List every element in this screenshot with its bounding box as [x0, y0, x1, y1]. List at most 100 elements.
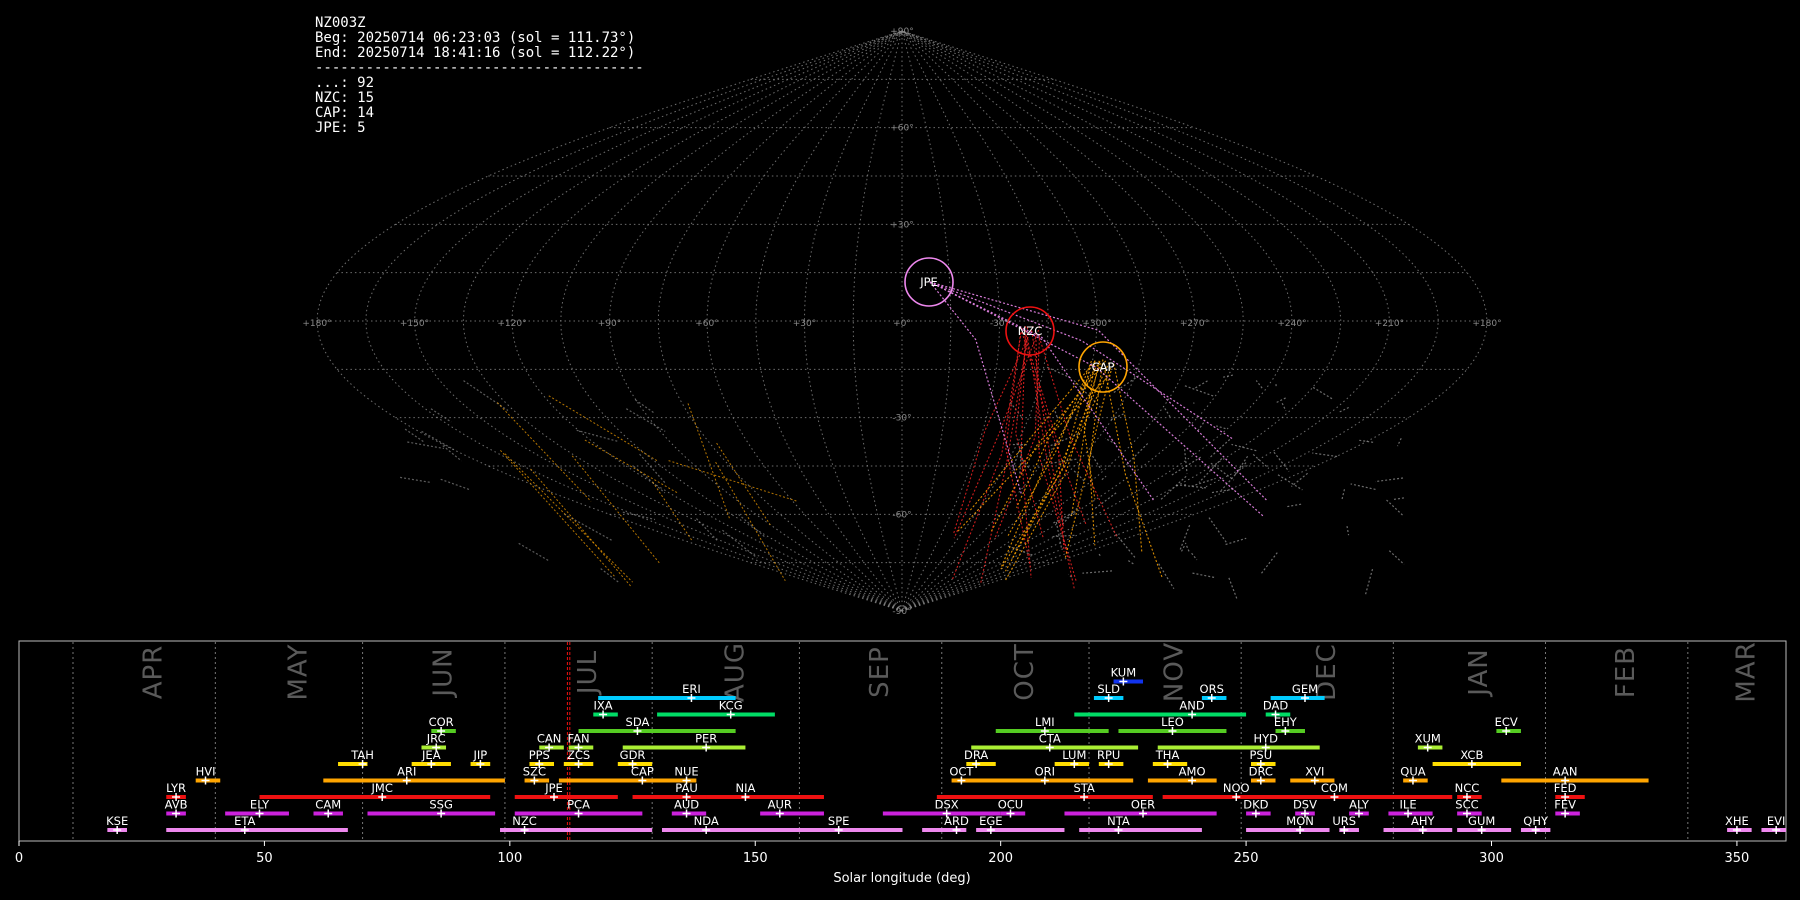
month-label: DEC	[1312, 643, 1342, 701]
sporadic-trace	[625, 408, 666, 432]
sporadic-trace	[1184, 385, 1214, 397]
sporadic-trace	[1231, 443, 1257, 452]
shower-label-cor: COR	[429, 715, 454, 729]
month-bands: APR MAY JUN JUL AUG SEP OCT NOV DEC JAN FEB MAR	[72, 641, 1761, 840]
shower-label-dsx: DSX	[935, 798, 959, 812]
sporadic-trace	[442, 445, 462, 462]
x-axis: 0 50 100 150 200 250 300 350	[15, 841, 1749, 866]
shower-label-tah: TAH	[350, 748, 374, 762]
sporadic-trace	[1060, 507, 1078, 527]
shower-label-cap: CAP	[631, 765, 654, 779]
month-label: MAR	[1731, 641, 1761, 702]
shower-label-dsv: DSV	[1293, 798, 1317, 812]
cap-trace	[504, 453, 633, 583]
x-tick-label: 200	[988, 851, 1013, 866]
sporadic-trace	[1228, 577, 1238, 600]
sporadic-trace	[1287, 503, 1302, 508]
lon-tick-label: +270°	[1180, 319, 1209, 329]
shower-label-com: COM	[1321, 781, 1348, 795]
cap-trace	[1104, 371, 1163, 579]
lat-tick-label: -90°	[892, 607, 911, 617]
shower-label-ile: ILE	[1400, 798, 1417, 812]
sporadic-trace	[440, 478, 471, 491]
sporadic-trace	[1101, 475, 1107, 481]
sky-map: JPE NZC CAP +180° +150° +120° +90° +60° +30° +0°…	[302, 27, 1501, 617]
shower-label-amo: AMO	[1179, 765, 1206, 779]
lon-tick-label: +180°	[1472, 319, 1501, 329]
shower-label-nue: NUE	[674, 765, 698, 779]
cap-trace	[548, 395, 658, 462]
lon-tick-label: +90°	[598, 319, 622, 329]
shower-label-ori: ORI	[1035, 765, 1055, 779]
sporadic-trace	[738, 513, 767, 539]
shower-label-kum: KUM	[1111, 666, 1137, 680]
sporadic-trace	[1160, 475, 1187, 500]
sporadic-trace	[622, 511, 656, 521]
cap-trace	[584, 439, 679, 494]
x-tick-label: 250	[1234, 851, 1259, 866]
shower-label-dad: DAD	[1263, 699, 1289, 713]
shower-label-ocu: OCU	[998, 798, 1024, 812]
shower-label-kse: KSE	[106, 814, 128, 828]
month-label: AUG	[720, 642, 750, 702]
sporadic-trace	[1208, 438, 1231, 459]
sporadic-trace	[1194, 380, 1208, 390]
sporadic-trace	[600, 568, 620, 583]
sporadic-trace	[1082, 570, 1113, 574]
month-label: JUL	[573, 650, 603, 696]
sporadic-trace	[1255, 380, 1263, 389]
shower-label-kcg: KCG	[719, 699, 743, 713]
sporadic-trace	[1252, 453, 1270, 469]
shower-label-per: PER	[695, 732, 717, 746]
sporadic-trace	[1225, 537, 1247, 546]
shower-label-sld: SLD	[1097, 682, 1120, 696]
sporadic-trace	[1388, 550, 1405, 565]
shower-label-jip: JIP	[473, 748, 488, 762]
shower-label-eta: ETA	[234, 814, 255, 828]
cap-trace	[716, 442, 772, 527]
shower-label-hvi: HVI	[196, 765, 216, 779]
shower-label-ixa: IXA	[594, 699, 613, 713]
shower-bars: KUM ERI SLD ORS GEM IXA KCG AND DAD COR SDA LMI LEO E…	[106, 666, 1786, 834]
x-tick-label: 100	[497, 851, 522, 866]
shower-label-aud: AUD	[674, 798, 699, 812]
shower-label-sda: SDA	[626, 715, 650, 729]
sporadic-trace	[1197, 422, 1205, 432]
month-label: JAN	[1464, 648, 1494, 697]
sporadic-trace	[1127, 560, 1135, 565]
cap-trace	[500, 449, 615, 577]
sporadic-trace	[1339, 406, 1349, 413]
shower-label-ehy: EHY	[1274, 715, 1298, 729]
shower-label-oer: OER	[1131, 798, 1155, 812]
x-tick-label: 300	[1479, 851, 1504, 866]
shower-label-dkd: DKD	[1243, 798, 1268, 812]
shower-label-evi: EVI	[1767, 814, 1786, 828]
shower-label-pca: PCA	[567, 798, 590, 812]
shower-label-and: AND	[1179, 699, 1204, 713]
lat-tick-label: +90°	[890, 27, 914, 37]
shower-label-drc: DRC	[1249, 765, 1273, 779]
shower-label-aly: ALY	[1349, 798, 1370, 812]
shower-label-psu: PSU	[1249, 748, 1272, 762]
shower-label-ard: ARD	[944, 814, 969, 828]
shower-label-ssg: SSG	[429, 798, 453, 812]
sporadic-trace	[1158, 563, 1175, 590]
timeline-frame	[18, 640, 1787, 842]
month-label: FEB	[1611, 646, 1641, 698]
shower-label-leo: LEO	[1161, 715, 1184, 729]
lon-tick-label: +0°	[893, 319, 911, 329]
sporadic-trace	[1350, 483, 1376, 490]
cap-trace	[530, 468, 633, 588]
shower-label-avb: AVB	[165, 798, 188, 812]
shower-label-eri: ERI	[682, 682, 701, 696]
shower-label-cta: CTA	[1039, 732, 1061, 746]
shower-label-ege: EGE	[979, 814, 1002, 828]
nzc-trace	[1024, 335, 1065, 552]
lat-tick-label: +60°	[890, 124, 914, 134]
shower-label-szc: SZC	[523, 765, 546, 779]
sporadic-trace	[1113, 530, 1136, 559]
shower-label-scc: SCC	[1455, 798, 1478, 812]
shower-label-pps: PPS	[529, 748, 550, 762]
month-label: MAY	[283, 643, 313, 700]
lon-tick-label: +120°	[497, 319, 526, 329]
